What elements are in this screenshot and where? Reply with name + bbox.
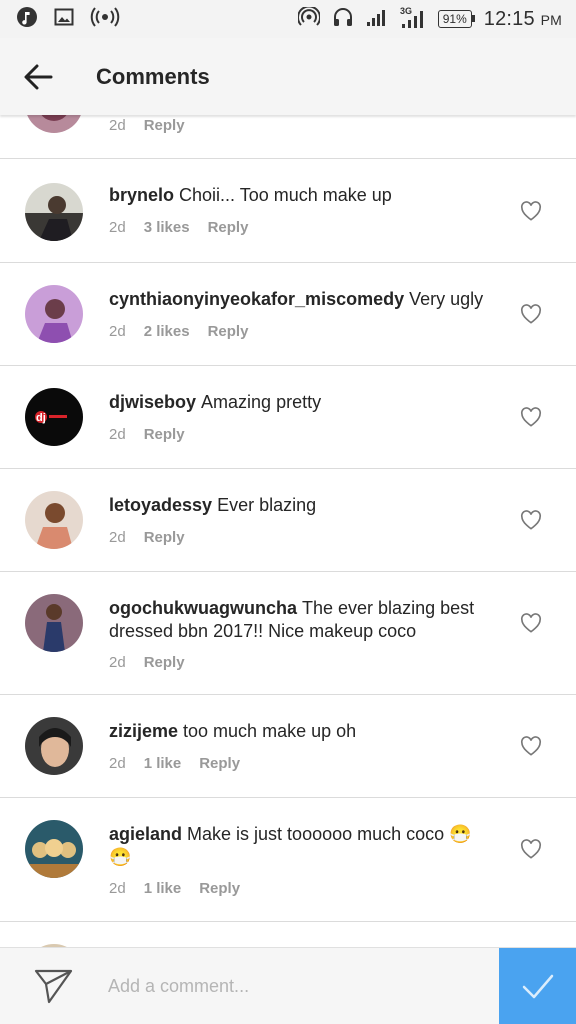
avatar[interactable] (25, 285, 83, 343)
image-icon (54, 7, 74, 32)
list-item: cynthiaonyinyeokafor_miscomedy Very ugly … (0, 263, 576, 366)
post-button[interactable] (499, 947, 576, 1024)
comment-meta: 2d 1 like Reply (109, 880, 240, 897)
radio-icon (90, 6, 120, 32)
comment-meta: 2d Reply (109, 654, 185, 671)
status-clock: 12:15 PM (483, 7, 562, 30)
comment-text: Choii... Too much make up (179, 185, 392, 205)
heart-icon[interactable] (520, 201, 542, 221)
comment-body: brynelo Choii... Too much make up (109, 184, 496, 207)
network-3g-icon: 3G (400, 5, 426, 34)
list-item (0, 922, 576, 947)
comment-text: Amazing pretty (201, 392, 322, 412)
arrow-left-icon (24, 64, 53, 89)
comment-body: letoyadessy Ever blazing (109, 494, 496, 517)
comment-time: 2d (109, 529, 126, 546)
likes-count[interactable]: 1 like (144, 755, 182, 772)
comment-time: 2d (109, 426, 126, 443)
comment-time: 2d (109, 219, 126, 236)
avatar[interactable]: dj (25, 388, 83, 446)
comment-meta: 2d 3 likes Reply (109, 219, 248, 236)
avatar[interactable] (25, 491, 83, 549)
comment-username[interactable]: zizijeme (109, 721, 178, 741)
likes-count[interactable]: 1 like (144, 880, 182, 897)
comment-username[interactable]: letoyadessy (109, 495, 212, 515)
headphones-icon (332, 6, 354, 33)
list-item: ogochukwuagwuncha The ever blazing best d… (0, 572, 576, 695)
comment-input[interactable] (108, 956, 499, 1016)
list-item: 2d Reply (0, 115, 576, 159)
heart-icon[interactable] (520, 736, 542, 756)
comment-body: djwiseboy Amazing pretty (109, 391, 496, 414)
comment-time: 2d (109, 880, 126, 897)
comment-username[interactable]: brynelo (109, 185, 174, 205)
comment-time: 2d (109, 755, 126, 772)
comment-meta: 2d 1 like Reply (109, 755, 240, 772)
comment-text: Ever blazing (217, 495, 317, 515)
paper-plane-icon (34, 969, 73, 1004)
comment-meta: 2d 2 likes Reply (109, 323, 248, 340)
comment-text: Very ugly (409, 289, 484, 309)
heart-icon[interactable] (520, 613, 542, 633)
header: Comments (0, 38, 576, 115)
heart-icon[interactable] (520, 510, 542, 530)
comment-time: 2d (109, 323, 126, 340)
comment-username[interactable]: agieland (109, 824, 182, 844)
page-title: Comments (96, 63, 210, 89)
battery-icon: 91% (437, 10, 475, 28)
reply-button[interactable]: Reply (144, 117, 185, 134)
list-item: agieland Make is just toooooo much coco 😷… (0, 798, 576, 922)
reply-button[interactable]: Reply (144, 426, 185, 443)
music-icon (16, 6, 38, 33)
comment-meta: 2d Reply (109, 426, 185, 443)
checkmark-icon (522, 974, 553, 999)
avatar[interactable] (25, 717, 83, 775)
heart-icon[interactable] (520, 304, 542, 324)
avatar[interactable] (25, 820, 83, 878)
comment-list[interactable]: 2d Reply brynelo Choii... Too much make u… (0, 115, 576, 947)
comment-body: agieland Make is just toooooo much coco 😷… (109, 823, 496, 869)
comment-username[interactable]: ogochukwuagwuncha (109, 598, 297, 618)
list-item: dj djwiseboy Amazing pretty 2d Reply (0, 366, 576, 469)
reply-button[interactable]: Reply (208, 323, 249, 340)
screen: 3G 91% 12:15 PM Comments 2d Reply brynel… (0, 0, 576, 1024)
reply-button[interactable]: Reply (199, 755, 240, 772)
likes-count[interactable]: 2 likes (144, 323, 190, 340)
signal-icon (366, 7, 388, 32)
comment-username[interactable]: djwiseboy (109, 392, 196, 412)
list-item: letoyadessy Ever blazing 2d Reply (0, 469, 576, 572)
heart-icon[interactable] (520, 839, 542, 859)
comment-body: cynthiaonyinyeokafor_miscomedy Very ugly (109, 288, 496, 311)
comment-meta: 2d Reply (109, 529, 185, 546)
comment-body: ogochukwuagwuncha The ever blazing best d… (109, 597, 496, 643)
avatar[interactable] (25, 183, 83, 241)
comment-meta: 2d Reply (109, 117, 185, 134)
reply-button[interactable]: Reply (144, 654, 185, 671)
reply-button[interactable]: Reply (208, 219, 249, 236)
status-bar: 3G 91% 12:15 PM (0, 0, 576, 38)
comment-text: too much make up oh (183, 721, 357, 741)
heart-icon[interactable] (520, 407, 542, 427)
comment-username[interactable]: cynthiaonyinyeokafor_miscomedy (109, 289, 404, 309)
reply-button[interactable]: Reply (144, 529, 185, 546)
reply-button[interactable]: Reply (199, 880, 240, 897)
hotspot-icon (296, 5, 321, 32)
comment-time: 2d (109, 117, 126, 134)
svg-text:dj: dj (36, 412, 46, 424)
likes-count[interactable]: 3 likes (144, 219, 190, 236)
comment-time: 2d (109, 654, 126, 671)
list-item: zizijeme too much make up oh 2d 1 like Re… (0, 695, 576, 798)
direct-message-button[interactable] (0, 948, 110, 1024)
list-item: brynelo Choii... Too much make up 2d 3 li… (0, 159, 576, 263)
avatar[interactable] (25, 115, 83, 133)
svg-text:3G: 3G (400, 6, 412, 16)
comment-body: zizijeme too much make up oh (109, 720, 496, 743)
avatar[interactable] (25, 594, 83, 652)
comment-composer (0, 947, 576, 1024)
back-button[interactable] (0, 38, 76, 115)
